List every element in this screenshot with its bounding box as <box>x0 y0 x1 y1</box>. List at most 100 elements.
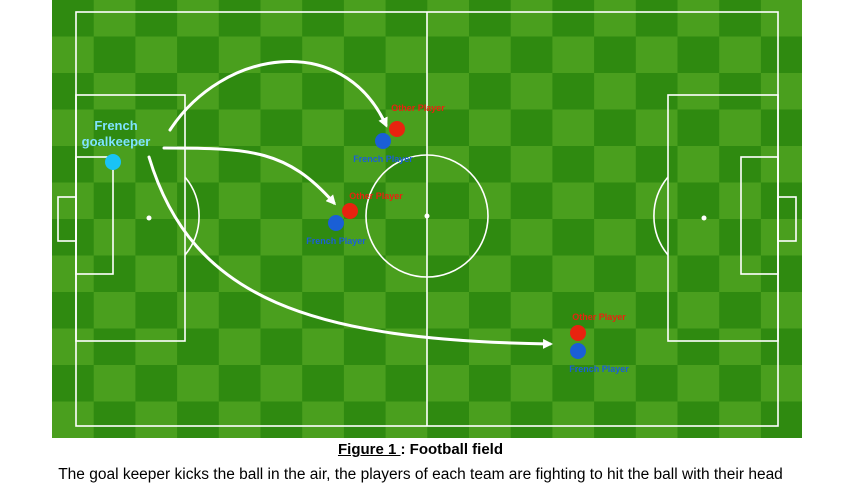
grass-tile <box>135 401 178 438</box>
french-player-label: French Player <box>306 236 366 246</box>
other-player-label: Other Player <box>391 103 445 113</box>
grass-tile <box>177 182 220 220</box>
grass-tile <box>302 365 345 403</box>
french-player-marker <box>375 133 391 149</box>
grass-tile <box>427 36 470 74</box>
grass-tile <box>93 219 136 257</box>
grass-tile <box>677 292 720 330</box>
grass-tile <box>260 109 303 147</box>
grass-tile <box>302 182 345 220</box>
figure-title: Football field <box>409 441 503 458</box>
grass-tile <box>93 0 136 38</box>
grass-tile <box>302 328 345 366</box>
grass-tile <box>635 146 679 184</box>
grass-tile <box>302 255 345 293</box>
grass-tile <box>635 109 679 147</box>
grass-tile <box>135 255 178 293</box>
grass-tile <box>510 255 553 293</box>
grass-tile <box>635 36 679 74</box>
grass-tile <box>510 292 553 330</box>
grass-tile <box>594 328 637 366</box>
grass-tile <box>52 401 95 438</box>
grass-tile <box>760 292 802 330</box>
french-player-marker <box>328 215 344 231</box>
figure-number: Figure 1 <box>337 441 401 458</box>
grass-tile <box>177 292 220 330</box>
grass-tile <box>218 219 262 257</box>
grass-tile <box>52 365 95 403</box>
grass-tile <box>677 73 720 111</box>
french-player-label: French Player <box>569 364 629 374</box>
grass-tile <box>218 0 262 38</box>
grass-tile <box>177 36 220 74</box>
grass-tile <box>260 219 303 257</box>
grass-tile <box>135 182 178 220</box>
grass-tile <box>677 182 720 220</box>
grass-tile <box>594 255 637 293</box>
grass-tile <box>135 0 178 38</box>
grass-tile <box>510 328 553 366</box>
grass-tile <box>427 401 470 438</box>
french-player-label: French Player <box>353 154 413 164</box>
other-player-label: Other Player <box>572 312 626 322</box>
grass-tile <box>469 365 512 403</box>
other-player-label: Other Player <box>349 191 403 201</box>
grass-tile <box>52 292 95 330</box>
grass-tile <box>177 73 220 111</box>
grass-tile <box>594 219 637 257</box>
figure-description: The goal keeper kicks the ball in the ai… <box>58 466 783 483</box>
grass-tile <box>427 109 470 147</box>
grass-tile <box>260 401 303 438</box>
grass-tile <box>594 146 637 184</box>
grass-tile <box>385 146 428 184</box>
grass-tile <box>135 73 178 111</box>
grass-tile <box>469 219 512 257</box>
grass-tile <box>93 182 136 220</box>
grass-tile <box>552 146 595 184</box>
grass-tile <box>302 401 345 438</box>
grass-tile <box>510 73 553 111</box>
grass-tile <box>302 0 345 38</box>
grass-tile <box>135 365 178 403</box>
grass-tile <box>385 401 428 438</box>
grass-tile <box>385 36 428 74</box>
grass-tile <box>510 219 553 257</box>
grass-tile <box>427 292 470 330</box>
grass-tile <box>427 182 470 220</box>
grass-tile <box>469 328 512 366</box>
grass-tile <box>552 255 595 293</box>
grass-tile <box>52 328 95 366</box>
grass-tile <box>93 365 136 403</box>
grass-tile <box>677 365 720 403</box>
grass-tile <box>427 255 470 293</box>
grass-tile <box>719 328 762 366</box>
grass-tile <box>343 292 387 330</box>
grass-tile <box>343 36 387 74</box>
grass-tile <box>677 328 720 366</box>
grass-tile <box>510 401 553 438</box>
grass-tile <box>52 36 95 74</box>
grass-tile <box>177 365 220 403</box>
grass-tile <box>427 146 470 184</box>
grass-tile <box>760 401 802 438</box>
grass-tile <box>719 365 762 403</box>
grass-tile <box>302 73 345 111</box>
grass-tile <box>385 219 428 257</box>
grass-tile <box>385 182 428 220</box>
grass-tile <box>594 292 637 330</box>
grass-tile <box>135 219 178 257</box>
grass-tile <box>218 401 262 438</box>
grass-tile <box>52 73 95 111</box>
grass-tile <box>635 182 679 220</box>
right-penalty-spot <box>701 215 707 221</box>
grass-tile <box>469 73 512 111</box>
grass-tile <box>135 36 178 74</box>
grass-tile <box>677 36 720 74</box>
grass-tile <box>677 0 720 38</box>
grass-tile <box>218 182 262 220</box>
grass-tile <box>260 255 303 293</box>
grass-tile <box>52 0 95 38</box>
figure-separator: : <box>400 441 410 458</box>
grass-tile <box>760 109 802 147</box>
grass-tile <box>427 328 470 366</box>
